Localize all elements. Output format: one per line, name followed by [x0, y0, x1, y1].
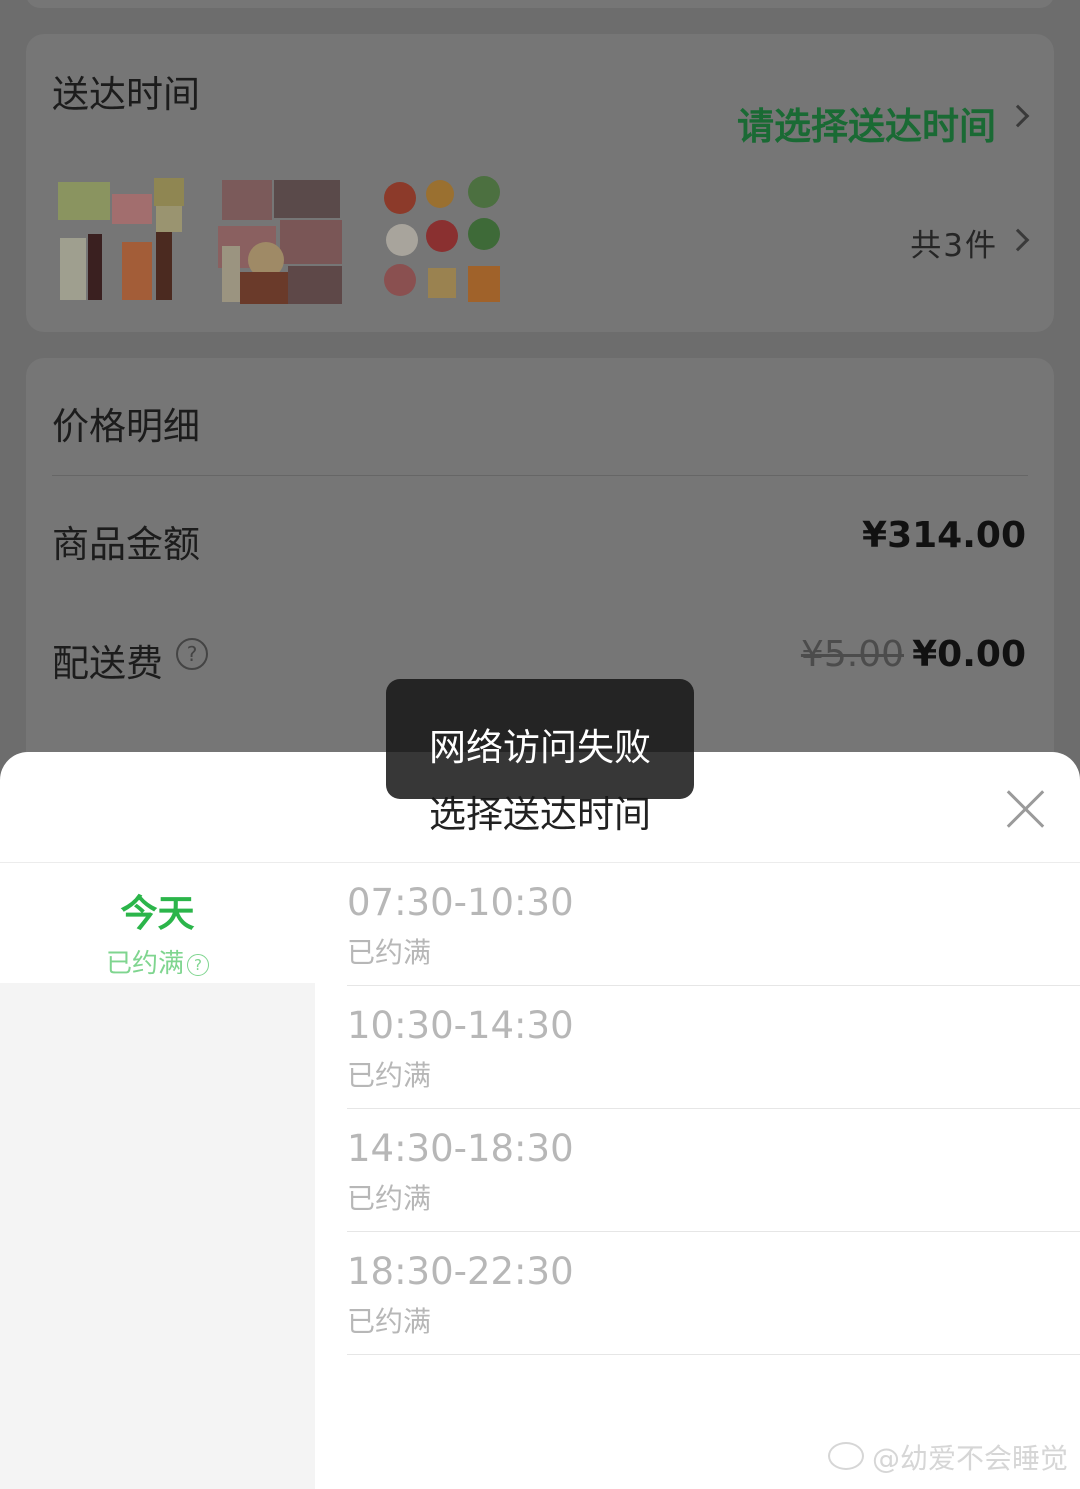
watermark-text: @幼爱不会睡觉 — [871, 1442, 1068, 1475]
chevron-right-icon — [1006, 104, 1030, 128]
time-slot[interactable]: 07:30-10:30 已约满 — [347, 863, 1080, 986]
day-list: 今天 已约满? — [0, 863, 315, 1489]
watermark: @幼爱不会睡觉 — [827, 1437, 1068, 1477]
time-slot[interactable]: 14:30-18:30 已约满 — [347, 1109, 1080, 1232]
toast-message: 网络访问失败 — [429, 726, 651, 769]
delivery-time-label: 送达时间 — [52, 73, 200, 116]
slot-time: 14:30-18:30 — [347, 1127, 574, 1170]
meat-pack-image[interactable] — [216, 176, 350, 310]
vegetable-pack-image[interactable] — [376, 176, 510, 310]
slot-time: 10:30-14:30 — [347, 1004, 574, 1047]
time-slot[interactable]: 10:30-14:30 已约满 — [347, 986, 1080, 1109]
day-status-text: 已约满 — [105, 949, 184, 979]
goods-amount-label: 商品金额 — [52, 523, 200, 566]
goods-amount-value: ¥314.00 — [862, 515, 1026, 556]
delivery-fee-original: ¥5.00 — [800, 634, 904, 675]
chevron-right-icon — [1006, 228, 1030, 252]
slot-time: 18:30-22:30 — [347, 1250, 574, 1293]
error-toast: 网络访问失败 — [386, 679, 694, 799]
grocery-pack-image[interactable] — [54, 176, 188, 310]
close-icon[interactable] — [1006, 790, 1044, 828]
price-detail-title: 价格明细 — [52, 405, 200, 448]
slot-status: 已约满 — [347, 1182, 432, 1215]
delivery-card: 送达时间 请选择送达时间 共3件 — [26, 34, 1054, 332]
top-card-edge — [26, 0, 1054, 8]
day-status: 已约满? — [106, 943, 209, 980]
item-count[interactable]: 共3件 — [910, 220, 998, 265]
help-icon[interactable]: ? — [176, 638, 208, 670]
slot-status: 已约满 — [347, 936, 432, 969]
help-icon[interactable]: ? — [187, 954, 209, 976]
select-delivery-time-link[interactable]: 请选择送达时间 — [737, 96, 996, 150]
weibo-icon — [827, 1442, 864, 1470]
delivery-time-sheet: 选择送达时间 今天 已约满? 07:30-10:30 已约满 10:30-14:… — [0, 752, 1080, 1489]
time-slot[interactable]: 18:30-22:30 已约满 — [347, 1232, 1080, 1355]
slot-status: 已约满 — [347, 1059, 432, 1092]
slot-time: 07:30-10:30 — [347, 881, 574, 924]
slot-status: 已约满 — [347, 1305, 432, 1338]
day-label: 今天 — [120, 892, 195, 935]
day-item-today[interactable]: 今天 已约满? — [0, 863, 315, 983]
divider — [52, 475, 1028, 476]
delivery-fee-value: ¥0.00 — [912, 634, 1026, 675]
delivery-fee-label: 配送费 — [52, 642, 163, 685]
